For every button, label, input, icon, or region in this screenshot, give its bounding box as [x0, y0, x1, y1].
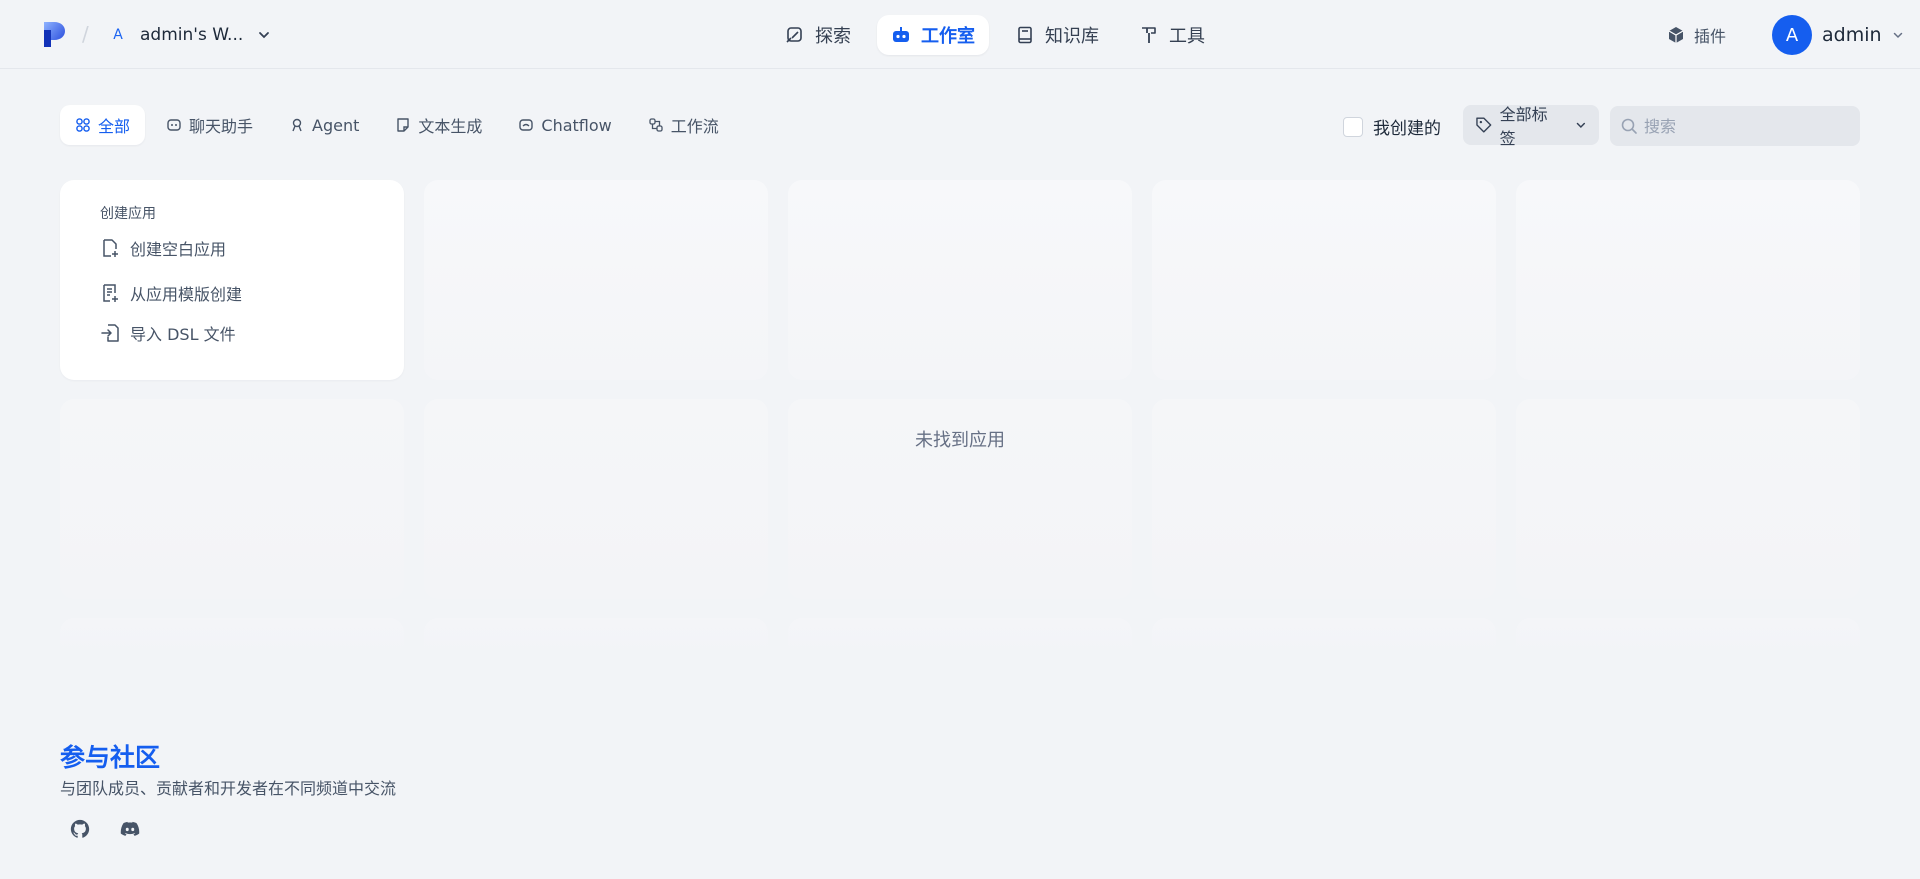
nav-explore[interactable]: 探索: [771, 15, 865, 55]
github-link[interactable]: [60, 816, 100, 842]
workspace-name: admin's W...: [140, 25, 244, 45]
hammer-icon: [1142, 27, 1156, 43]
nav-tools[interactable]: 工具: [1125, 15, 1219, 55]
avatar: A: [1772, 15, 1812, 55]
app-card-placeholder: [788, 618, 1132, 658]
nav-knowledge-label: 知识库: [1045, 26, 1099, 47]
create-from-template-button[interactable]: 从应用模版创建: [100, 280, 242, 306]
tab-all[interactable]: 全部: [60, 105, 146, 145]
workspace-switcher[interactable]: A admin's W...: [106, 20, 271, 50]
chevron-down-icon: [1893, 32, 1902, 39]
top-header: / A admin's W... 探索 工作室 知识库 工具 插件 A admi…: [0, 0, 1920, 69]
import-dsl-label: 导入 DSL 文件: [130, 325, 236, 344]
create-blank-app-label: 创建空白应用: [130, 240, 227, 259]
created-by-me-label: 我创建的: [1373, 119, 1441, 139]
chevron-down-icon: [1576, 122, 1586, 128]
tag-filter-label: 全部标签: [1499, 105, 1548, 148]
app-card-placeholder: [60, 618, 404, 658]
create-from-template-label: 从应用模版创建: [130, 285, 243, 304]
app-type-tabs: 全部 聊天助手 Agent 文本生成 Chatflow 工作流: [60, 105, 734, 145]
search-box: [1610, 106, 1860, 146]
app-card-placeholder: [788, 180, 1132, 380]
search-icon: [1621, 118, 1637, 134]
chat-bot-icon: [167, 119, 181, 131]
nav-tools-label: 工具: [1169, 26, 1205, 47]
tag-icon: [1476, 117, 1492, 133]
blank-file-plus-icon: [103, 239, 118, 257]
tab-chatflow[interactable]: Chatflow: [503, 105, 626, 145]
github-icon: [70, 819, 90, 838]
user-name: admin: [1822, 24, 1882, 46]
nav-studio[interactable]: 工作室: [877, 15, 989, 55]
explore-icon: [786, 27, 802, 43]
import-file-icon: [101, 324, 119, 342]
created-by-me-checkbox[interactable]: [1343, 116, 1363, 137]
tab-agent[interactable]: Agent: [274, 105, 374, 145]
tab-workflow[interactable]: 工作流: [633, 105, 734, 145]
discord-icon: [120, 821, 140, 836]
nav-knowledge[interactable]: 知识库: [1001, 15, 1113, 55]
main-nav: 探索 工作室 知识库 工具: [771, 15, 1219, 55]
tab-all-label: 全部: [98, 117, 131, 136]
book-icon: [1018, 26, 1032, 44]
create-app-card: 创建应用 创建空白应用 从应用模版创建 导入 DSL 文件: [60, 180, 404, 380]
community-title: 参与社区: [60, 743, 161, 772]
chatflow-icon: [519, 119, 534, 131]
user-menu[interactable]: A admin: [1772, 15, 1904, 55]
tab-workflow-label: 工作流: [670, 117, 719, 136]
created-by-me-filter[interactable]: 我创建的: [1343, 114, 1441, 139]
app-card-placeholder: [424, 618, 768, 658]
search-input[interactable]: [1644, 116, 1844, 136]
plugins-button[interactable]: 插件: [1666, 20, 1726, 50]
create-app-title: 创建应用: [100, 206, 156, 222]
nav-studio-label: 工作室: [921, 26, 975, 47]
robot-icon: [893, 27, 909, 42]
app-card-placeholder: [1516, 618, 1860, 658]
tag-filter-dropdown[interactable]: 全部标签: [1463, 105, 1599, 148]
grid-icon: [76, 118, 90, 132]
tab-text-generation-label: 文本生成: [418, 117, 483, 136]
tab-chat-assistant-label: 聊天助手: [189, 117, 254, 136]
tab-text-generation[interactable]: 文本生成: [380, 105, 497, 145]
agent-icon: [292, 118, 302, 132]
plugin-box-icon: [1668, 27, 1684, 43]
create-blank-app-button[interactable]: 创建空白应用: [100, 235, 226, 261]
plugins-label: 插件: [1694, 27, 1727, 46]
app-card-placeholder: [424, 180, 768, 380]
community-description: 与团队成员、贡献者和开发者在不同频道中交流: [60, 779, 397, 798]
app-logo-icon[interactable]: [42, 21, 66, 48]
tab-chat-assistant[interactable]: 聊天助手: [151, 105, 268, 145]
empty-state-message: 未找到应用: [915, 430, 1005, 451]
nav-explore-label: 探索: [815, 26, 851, 47]
app-card-placeholder: [1516, 180, 1860, 380]
tab-agent-label: Agent: [312, 115, 360, 135]
note-icon: [397, 118, 410, 132]
app-card-placeholder: [1152, 618, 1496, 658]
discord-link[interactable]: [110, 816, 150, 842]
template-file-icon: [103, 284, 118, 302]
tab-chatflow-label: Chatflow: [541, 115, 612, 135]
chevron-down-icon: [259, 32, 270, 39]
workflow-icon: [649, 118, 663, 132]
app-card-placeholder: [1152, 180, 1496, 380]
workspace-avatar: A: [113, 27, 123, 43]
import-dsl-button[interactable]: 导入 DSL 文件: [100, 320, 236, 346]
breadcrumb-separator: /: [82, 22, 89, 46]
